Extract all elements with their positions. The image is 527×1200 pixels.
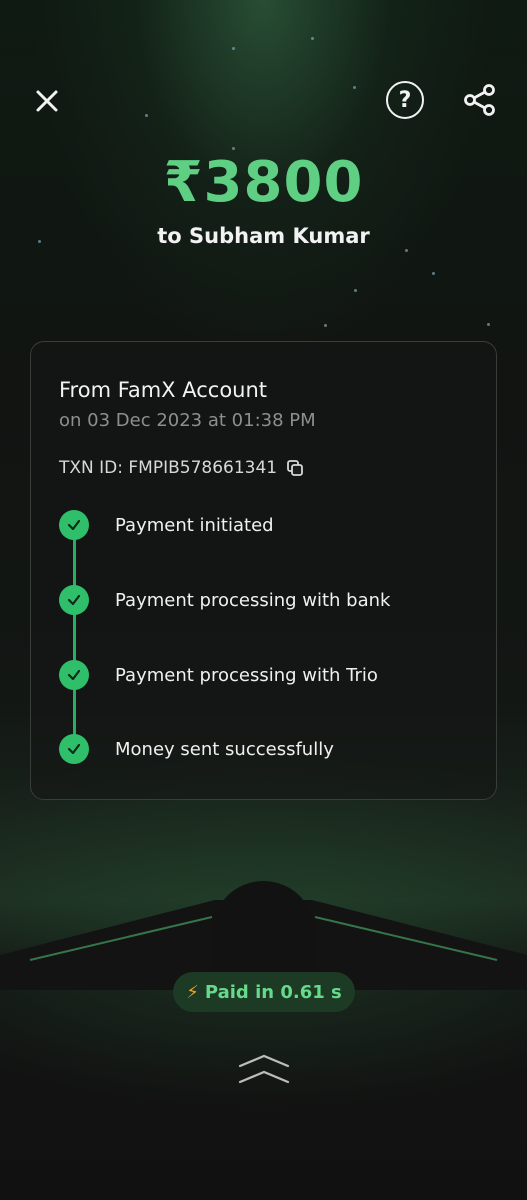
check-icon [59,660,89,690]
star-decoration [311,37,314,40]
transaction-details-card: From FamX Account on 03 Dec 2023 at 01:3… [30,341,497,800]
timeline-step: Money sent successfully [59,734,334,764]
star-decoration [432,272,435,275]
transaction-id: TXN ID: FMPIB578661341 [59,458,278,478]
lightning-icon: ⚡ [186,981,199,1003]
star-decoration [353,86,356,89]
payment-amount: ₹3800 [163,150,364,215]
copy-icon[interactable] [286,459,304,477]
recipient-name: to Subham Kumar [157,224,370,248]
step-label: Money sent successfully [115,738,334,760]
share-icon [464,84,495,116]
step-label: Payment initiated [115,514,274,536]
star-decoration [405,249,408,252]
close-icon [36,90,58,112]
check-icon [59,585,89,615]
help-icon: ? [398,87,412,113]
timeline-step: Payment processing with Trio [59,660,378,690]
chevron-up-icon[interactable] [236,1052,292,1088]
transaction-date: on 03 Dec 2023 at 01:38 PM [59,410,316,431]
source-account: From FamX Account [59,378,268,402]
star-decoration [487,323,490,326]
timeline-connector [73,527,76,747]
check-icon [59,734,89,764]
timeline-step: Payment initiated [59,510,274,540]
transaction-id-row: TXN ID: FMPIB578661341 [59,458,304,478]
step-label: Payment processing with Trio [115,664,378,686]
share-button[interactable] [460,80,500,120]
check-icon [59,510,89,540]
ship-dome [212,881,315,981]
timeline-step: Payment processing with bank [59,585,390,615]
close-button[interactable] [28,82,66,120]
star-decoration [324,324,327,327]
star-decoration [145,114,148,117]
paid-time-badge: ⚡ Paid in 0.61 s [173,972,355,1012]
star-decoration [354,289,357,292]
help-button[interactable]: ? [386,81,424,119]
step-label: Payment processing with bank [115,589,391,611]
paid-time-text: Paid in 0.61 s [204,981,342,1003]
star-decoration [232,47,235,50]
